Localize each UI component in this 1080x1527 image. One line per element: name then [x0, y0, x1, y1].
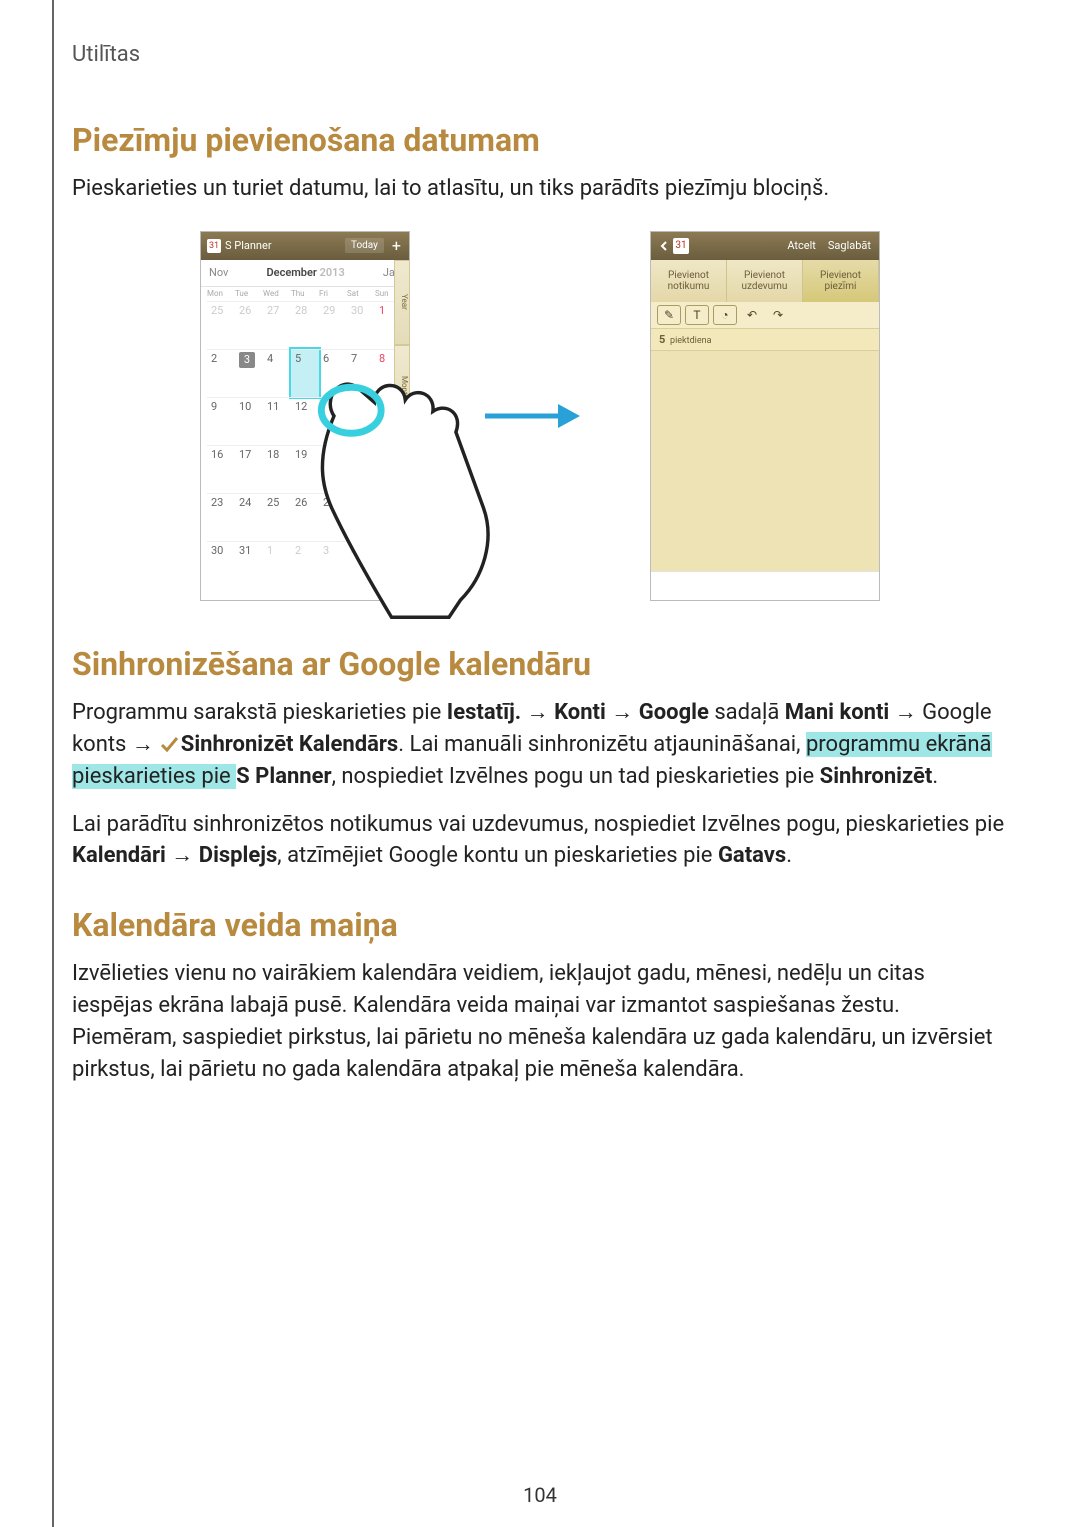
figure-row: 31 S Planner Today + Nov December 2013 J… [72, 231, 1008, 601]
memo-tabs[interactable]: Pievienot notikumu Pievienot uzdevumu Pi… [651, 260, 879, 302]
month-selector[interactable]: Nov December 2013 Jan [201, 260, 409, 287]
redo-icon[interactable]: ↷ [767, 306, 789, 324]
memo-canvas[interactable] [651, 351, 879, 571]
weekday: Wed [263, 289, 291, 298]
weekday: Sat [347, 289, 375, 298]
weekday: Fri [319, 289, 347, 298]
calendar-app-icon: 31 [207, 239, 221, 253]
page-number: 104 [0, 1483, 1080, 1507]
tab-add-memo[interactable]: Pievienot piezīmi [803, 260, 879, 302]
weekday: Tue [235, 289, 263, 298]
add-event-icon[interactable]: + [390, 238, 403, 254]
today-button[interactable]: Today [345, 238, 384, 253]
weekday: Mon [207, 289, 235, 298]
text-icon[interactable]: T [685, 305, 709, 325]
view-tab-task[interactable]: Task [394, 515, 410, 600]
para-google-sync-2: Lai parādītu sinhronizētos notikumus vai… [72, 809, 1008, 873]
view-tabs[interactable]: Year Month Week Task [394, 260, 410, 600]
arrow-right-icon [480, 396, 580, 436]
prev-month-label: Nov [209, 266, 228, 279]
heading-google-sync: Sinhronizēšana ar Google kalendāru [72, 645, 1008, 683]
calendar-screenshot: 31 S Planner Today + Nov December 2013 J… [200, 231, 410, 601]
memo-footer [651, 571, 879, 600]
cancel-button[interactable]: Atcelt [787, 239, 816, 252]
memo-date-weekday: piektdiena [670, 336, 711, 346]
undo-icon[interactable]: ↶ [741, 306, 763, 324]
memo-date-number: 5 [659, 333, 665, 346]
view-tab-month[interactable]: Month [394, 345, 410, 430]
current-year: 2013 [320, 266, 345, 279]
weekday: Thu [291, 289, 319, 298]
calendar-topbar: 31 S Planner Today + [201, 232, 409, 260]
heading-add-memo: Piezīmju pievienošana datumam [72, 121, 1008, 159]
tab-add-task[interactable]: Pievienot uzdevumu [727, 260, 803, 302]
heading-view-change: Kalendāra veida maiņa [72, 906, 1008, 944]
memo-tool-row[interactable]: ✎ T ◔ ↶ ↷ [651, 302, 879, 329]
margin-rule [52, 0, 54, 1527]
memo-screenshot: 31 Atcelt Saglabāt Pievienot notikumu Pi… [650, 231, 880, 601]
back-button[interactable]: 31 [659, 238, 689, 254]
calendar-grid[interactable]: 2526272829301 2345678 9101112 1617181920… [201, 301, 409, 589]
save-button[interactable]: Saglabāt [828, 239, 871, 252]
section-category: Utilītas [72, 42, 1008, 67]
view-tab-year[interactable]: Year [394, 260, 410, 345]
view-tab-week[interactable]: Week [394, 430, 410, 515]
weekday-header: Mon Tue Wed Thu Fri Sat Sun [201, 287, 409, 301]
document-page: Utilītas Piezīmju pievienošana datumam P… [0, 0, 1080, 1527]
para-google-sync-1: Programmu sarakstā pieskarieties pie Ies… [72, 697, 1008, 793]
memo-topbar: 31 Atcelt Saglabāt [651, 232, 879, 260]
para-add-memo: Pieskarieties un turiet datumu, lai to a… [72, 173, 1008, 205]
eraser-icon[interactable]: ◔ [713, 305, 737, 325]
tab-add-event[interactable]: Pievienot notikumu [651, 260, 727, 302]
para-view-change: Izvēlieties vienu no vairākiem kalendāra… [72, 958, 1008, 1086]
calendar-app-name: S Planner [225, 239, 272, 252]
memo-date-row: 5 piektdiena [651, 329, 879, 351]
pen-icon[interactable]: ✎ [657, 305, 681, 325]
current-month: December [267, 266, 317, 279]
selected-date-cell[interactable]: 5 [291, 349, 319, 397]
